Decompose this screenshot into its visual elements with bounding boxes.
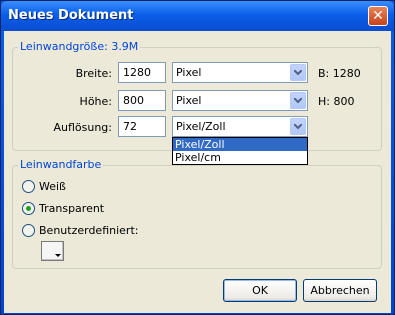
width-unit-value: Pixel [176, 66, 202, 79]
dialog-body: Leinwandgröße: 3.9M Breite: 1280 Pixel B… [4, 31, 391, 313]
width-info: B: 1280 [318, 67, 361, 80]
radio-selected-dot [26, 206, 31, 211]
canvas-color-legend: Leinwandfarbe [18, 158, 104, 171]
height-label: Höhe: [79, 95, 112, 108]
close-button[interactable]: ✕ [368, 6, 388, 26]
radio-white[interactable] [22, 180, 35, 193]
height-info: H: 800 [318, 95, 355, 108]
width-unit-select[interactable]: Pixel [172, 62, 308, 83]
window-title: Neues Dokument [8, 8, 134, 23]
radio-transparent-label[interactable]: Transparent [39, 202, 104, 215]
resolution-unit-select[interactable]: Pixel/Zoll [172, 116, 308, 137]
height-unit-select[interactable]: Pixel [172, 90, 308, 111]
resolution-input[interactable]: 72 [118, 116, 166, 137]
title-bar[interactable]: Neues Dokument ✕ [1, 1, 394, 31]
ok-button[interactable]: OK [223, 279, 297, 302]
canvas-size-legend: Leinwandgröße: 3.9M [18, 40, 141, 53]
chevron-down-icon[interactable] [290, 118, 306, 135]
width-label: Breite: [75, 67, 112, 80]
chevron-down-icon[interactable] [290, 64, 306, 81]
dropdown-option-pixel-per-inch[interactable]: Pixel/Zoll [173, 138, 307, 151]
height-input[interactable]: 800 [118, 90, 166, 111]
radio-white-label[interactable]: Weiß [39, 180, 66, 193]
width-input[interactable]: 1280 [118, 62, 166, 83]
dropdown-option-pixel-per-cm[interactable]: Pixel/cm [173, 151, 307, 164]
radio-transparent[interactable] [22, 202, 35, 215]
radio-custom[interactable] [22, 224, 35, 237]
cancel-button[interactable]: Abbrechen [303, 279, 377, 302]
dropdown-triangle-icon [55, 254, 61, 257]
resolution-unit-dropdown-list: Pixel/Zoll Pixel/cm [172, 137, 308, 165]
custom-color-button[interactable] [41, 241, 64, 261]
height-unit-value: Pixel [176, 94, 202, 107]
radio-custom-label[interactable]: Benutzerdefiniert: [39, 224, 138, 237]
resolution-unit-value: Pixel/Zoll [176, 120, 226, 133]
dialog-window: Neues Dokument ✕ Leinwandgröße: 3.9M Bre… [0, 0, 395, 315]
resolution-label: Auflösung: [53, 121, 112, 134]
canvas-color-group [12, 165, 382, 269]
close-icon: ✕ [372, 8, 384, 24]
chevron-down-icon[interactable] [290, 92, 306, 109]
